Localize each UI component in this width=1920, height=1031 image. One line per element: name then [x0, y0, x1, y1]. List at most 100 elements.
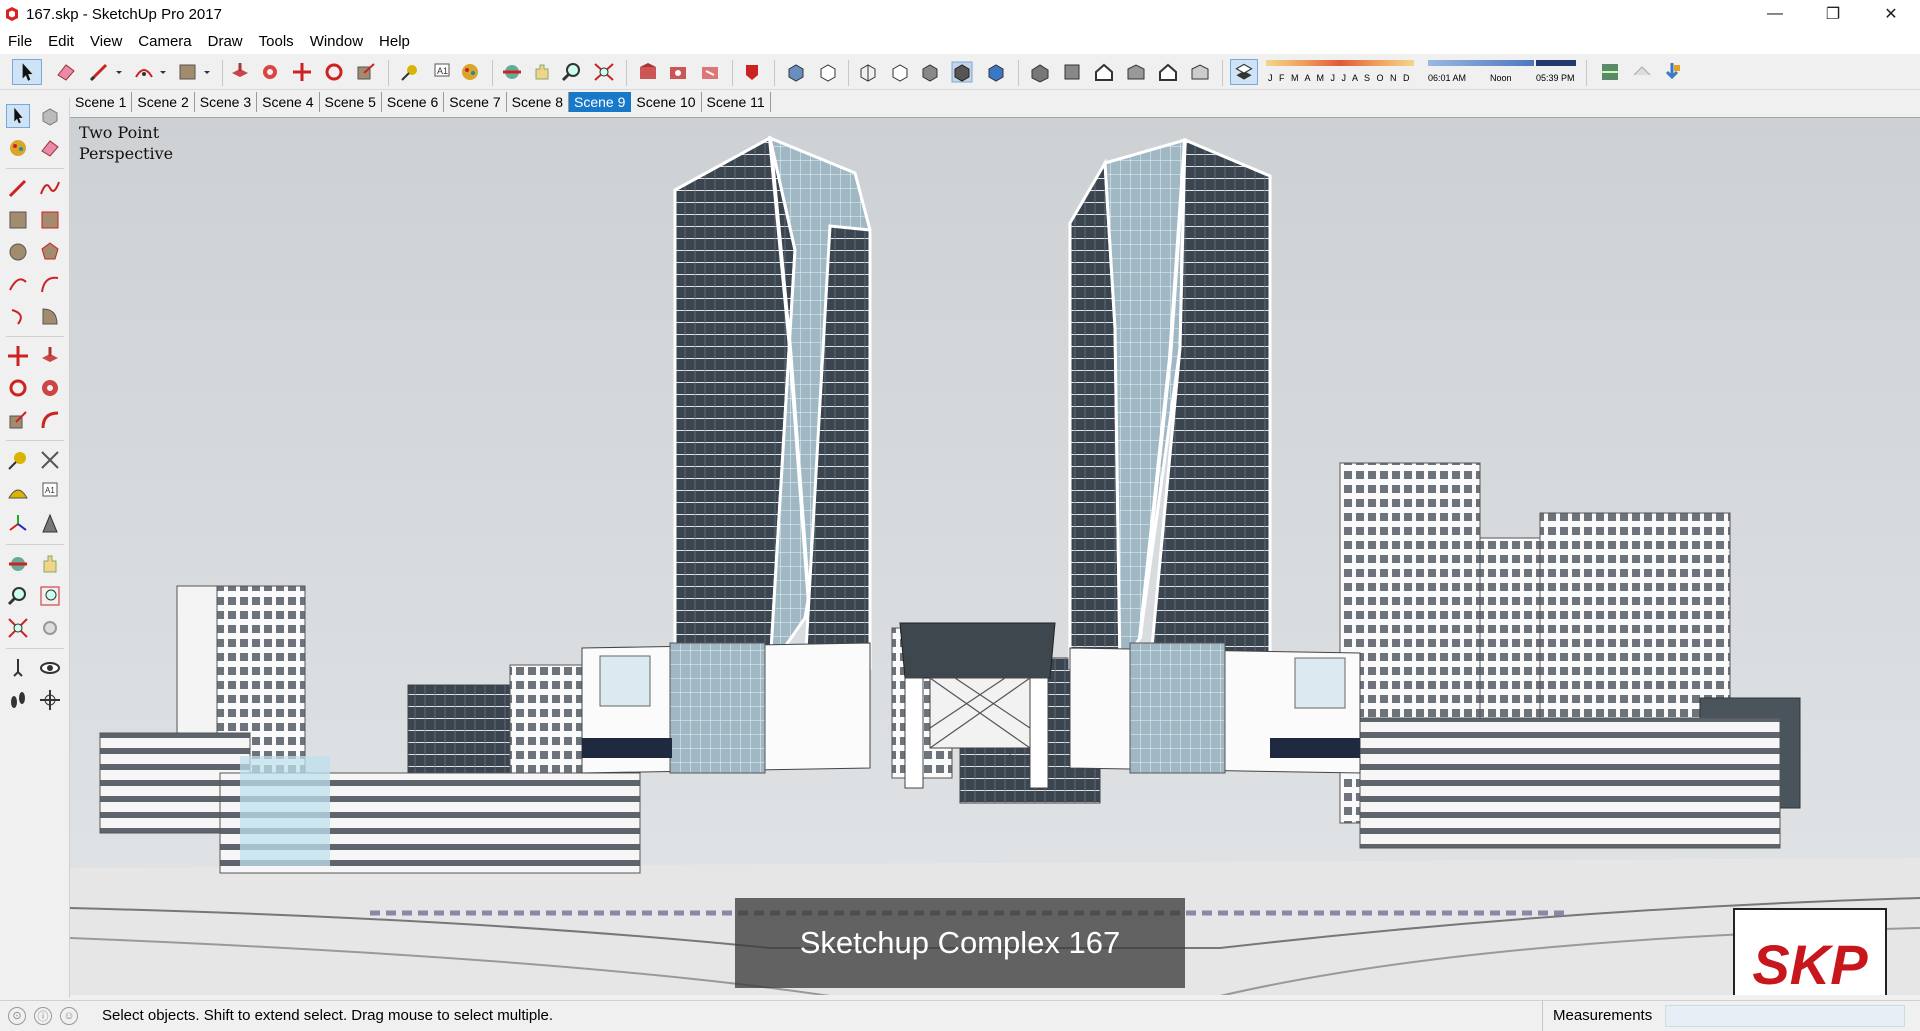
- follow-me-tool-icon[interactable]: [258, 61, 282, 83]
- previous-view-icon[interactable]: [38, 616, 62, 640]
- 3d-warehouse-icon[interactable]: [636, 61, 660, 83]
- restore-button[interactable]: ❐: [1804, 0, 1862, 28]
- rotate-tool-icon[interactable]: [322, 61, 346, 83]
- geo-location-icon[interactable]: [1598, 61, 1622, 83]
- wireframe-style-icon[interactable]: [856, 61, 880, 83]
- look-around-icon[interactable]: [38, 656, 62, 680]
- select-tool-icon[interactable]: [6, 104, 30, 128]
- tape-measure-icon[interactable]: [6, 448, 30, 472]
- pan-icon[interactable]: [38, 552, 62, 576]
- monochrome-style-icon[interactable]: [984, 61, 1008, 83]
- close-button[interactable]: ✕: [1862, 0, 1920, 28]
- rectangle-icon[interactable]: [6, 208, 30, 232]
- zoom-window-icon[interactable]: [38, 584, 62, 608]
- menu-view[interactable]: View: [89, 31, 123, 52]
- section-plane-icon[interactable]: [38, 688, 62, 712]
- arc-tool-icon[interactable]: [132, 61, 156, 83]
- shadows-toggle-icon[interactable]: [1230, 59, 1258, 85]
- paint-bucket-icon[interactable]: [6, 136, 30, 160]
- back-edges-style-icon[interactable]: [816, 61, 840, 83]
- xray-style-icon[interactable]: [784, 61, 808, 83]
- tape-measure-tool-icon[interactable]: [398, 61, 422, 83]
- share-component-icon[interactable]: [698, 61, 722, 83]
- front-view-icon[interactable]: [1092, 61, 1116, 83]
- push-pull-tool-icon[interactable]: [228, 61, 252, 83]
- left-view-icon[interactable]: [1188, 61, 1212, 83]
- menu-tools[interactable]: Tools: [258, 31, 295, 52]
- line-icon[interactable]: [6, 176, 30, 200]
- menu-window[interactable]: Window: [309, 31, 364, 52]
- geo-location-status-icon[interactable]: ⊙: [8, 1006, 26, 1025]
- tab-scene-11[interactable]: Scene 11: [702, 92, 771, 112]
- eraser-tool-icon[interactable]: [54, 61, 78, 83]
- circle-icon[interactable]: [6, 240, 30, 264]
- tab-scene-10[interactable]: Scene 10: [631, 92, 702, 112]
- import-terrain-icon[interactable]: [1660, 61, 1684, 83]
- zoom-tool-icon[interactable]: [560, 61, 584, 83]
- menu-draw[interactable]: Draw: [207, 31, 244, 52]
- arc-icon[interactable]: [6, 272, 30, 296]
- month-slider-track[interactable]: [1266, 60, 1414, 66]
- add-location-icon[interactable]: [1630, 61, 1654, 83]
- walk-icon[interactable]: [6, 688, 30, 712]
- rectangle-tool-icon[interactable]: [176, 61, 200, 83]
- credits-icon[interactable]: ⓘ: [34, 1006, 52, 1025]
- tab-scene-7[interactable]: Scene 7: [444, 92, 507, 112]
- follow-me-icon[interactable]: [38, 376, 62, 400]
- pie-icon[interactable]: [38, 304, 62, 328]
- model-viewport[interactable]: Two Point Perspective Sketchup Complex 1…: [70, 117, 1920, 995]
- push-pull-icon[interactable]: [38, 344, 62, 368]
- tab-scene-3[interactable]: Scene 3: [195, 92, 258, 112]
- rectangle-dropdown-icon[interactable]: [202, 61, 212, 83]
- paint-bucket-tool-icon[interactable]: [458, 61, 482, 83]
- minimize-button[interactable]: —: [1746, 0, 1804, 28]
- iso-view-icon[interactable]: [1028, 61, 1052, 83]
- menu-camera[interactable]: Camera: [137, 31, 192, 52]
- rotated-rectangle-icon[interactable]: [38, 208, 62, 232]
- position-camera-icon[interactable]: [6, 656, 30, 680]
- top-view-icon[interactable]: [1060, 61, 1084, 83]
- select-tool-icon[interactable]: [12, 59, 42, 85]
- move-icon[interactable]: [6, 344, 30, 368]
- tab-scene-5[interactable]: Scene 5: [320, 92, 382, 112]
- make-component-icon[interactable]: [38, 104, 62, 128]
- orbit-tool-icon[interactable]: [500, 61, 524, 83]
- eraser-icon[interactable]: [38, 136, 62, 160]
- axes-icon[interactable]: [6, 512, 30, 536]
- move-tool-icon[interactable]: [290, 61, 314, 83]
- tab-scene-6[interactable]: Scene 6: [382, 92, 445, 112]
- freehand-icon[interactable]: [38, 176, 62, 200]
- tab-scene-4[interactable]: Scene 4: [257, 92, 320, 112]
- protractor-icon[interactable]: [6, 480, 30, 504]
- extension-warehouse-icon[interactable]: [740, 61, 764, 83]
- line-dropdown-icon[interactable]: [114, 61, 124, 83]
- shaded-textures-style-icon[interactable]: [950, 61, 974, 83]
- zoom-icon[interactable]: [6, 584, 30, 608]
- text-icon[interactable]: A1: [38, 480, 62, 504]
- rotate-icon[interactable]: [6, 376, 30, 400]
- zoom-extents-icon[interactable]: [6, 616, 30, 640]
- tab-scene-9[interactable]: Scene 9: [569, 92, 632, 112]
- arc-dropdown-icon[interactable]: [158, 61, 168, 83]
- scale-tool-icon[interactable]: [354, 61, 378, 83]
- menu-help[interactable]: Help: [378, 31, 411, 52]
- tab-scene-8[interactable]: Scene 8: [507, 92, 569, 112]
- menu-file[interactable]: File: [7, 31, 33, 52]
- dimension-icon[interactable]: [38, 448, 62, 472]
- right-view-icon[interactable]: [1124, 61, 1148, 83]
- two-point-arc-icon[interactable]: [38, 272, 62, 296]
- polygon-icon[interactable]: [38, 240, 62, 264]
- user-account-icon[interactable]: ☺: [60, 1006, 78, 1025]
- three-point-arc-icon[interactable]: [6, 304, 30, 328]
- text-tool-icon[interactable]: A1: [430, 61, 454, 83]
- menu-edit[interactable]: Edit: [47, 31, 75, 52]
- scale-icon[interactable]: [6, 408, 30, 432]
- back-view-icon[interactable]: [1156, 61, 1180, 83]
- share-model-icon[interactable]: [666, 61, 690, 83]
- line-tool-icon[interactable]: [88, 61, 112, 83]
- tab-scene-2[interactable]: Scene 2: [132, 92, 195, 112]
- pan-tool-icon[interactable]: [530, 61, 554, 83]
- measurements-input[interactable]: [1665, 1005, 1905, 1027]
- time-slider-track[interactable]: [1428, 60, 1534, 66]
- 3d-text-icon[interactable]: [38, 512, 62, 536]
